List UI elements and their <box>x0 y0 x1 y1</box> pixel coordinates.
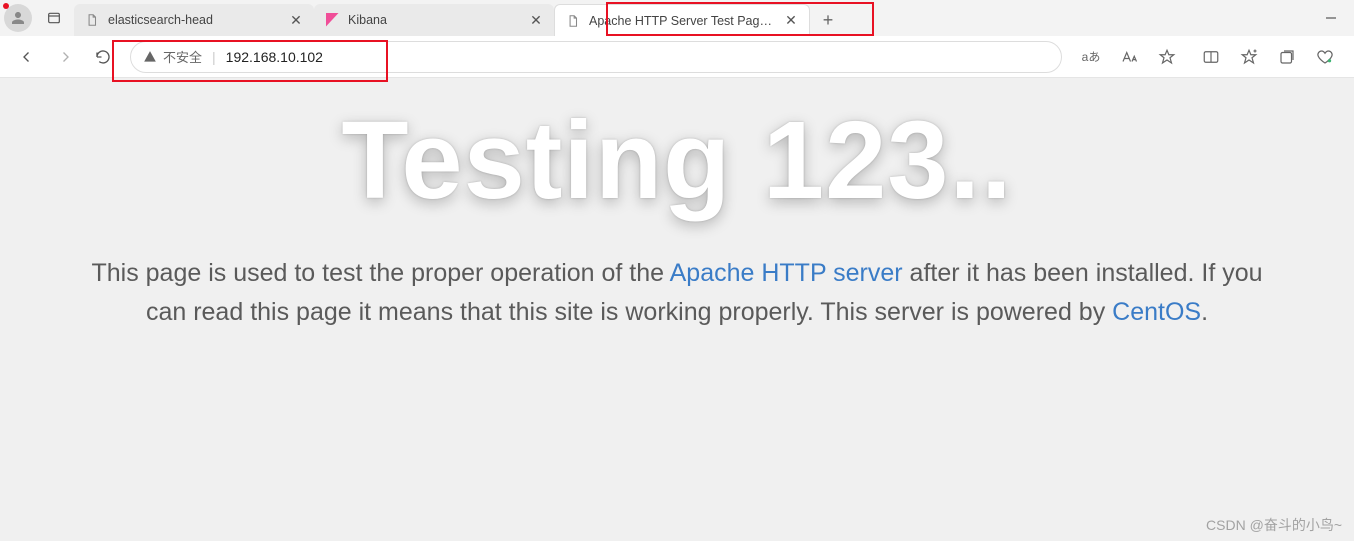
tab-close-button[interactable]: ✕ <box>288 12 304 28</box>
warning-icon <box>143 50 157 64</box>
tab-label: Apache HTTP Server Test Page p <box>589 14 775 28</box>
refresh-button[interactable] <box>86 40 120 74</box>
tab-actions-button[interactable] <box>40 4 68 32</box>
favorites-button[interactable] <box>1148 40 1186 74</box>
security-indicator[interactable]: 不安全 <box>143 47 202 66</box>
address-bar[interactable]: 不安全 | 192.168.10.102 <box>130 41 1062 73</box>
browser-tab-3[interactable]: Apache HTTP Server Test Page p ✕ <box>554 4 810 36</box>
url-text: 192.168.10.102 <box>226 49 323 65</box>
translate-button[interactable]: aあ <box>1072 40 1110 74</box>
page-heading: Testing 123.. <box>0 106 1354 216</box>
kibana-icon <box>324 12 340 28</box>
profile-button[interactable] <box>4 4 32 32</box>
browser-tab-1[interactable]: elasticsearch-head ✕ <box>74 4 314 36</box>
arrow-right-icon <box>56 48 74 66</box>
split-icon <box>1202 48 1220 66</box>
read-aloud-button[interactable] <box>1110 40 1148 74</box>
arrow-left-icon <box>18 48 36 66</box>
workspace-icon <box>46 10 62 26</box>
apache-link[interactable]: Apache HTTP server <box>670 259 903 287</box>
security-label: 不安全 <box>163 47 202 66</box>
collections-button[interactable] <box>1268 40 1306 74</box>
centos-link[interactable]: CentOS <box>1112 298 1201 326</box>
browser-tab-2[interactable]: Kibana ✕ <box>314 4 554 36</box>
browser-toolbar: 不安全 | 192.168.10.102 aあ <box>0 36 1354 78</box>
back-button[interactable] <box>10 40 44 74</box>
page-viewport: Testing 123.. This page is used to test … <box>0 78 1354 541</box>
notification-dot-icon <box>3 3 9 9</box>
tab-close-button[interactable]: ✕ <box>783 13 799 29</box>
page-icon <box>84 12 100 28</box>
separator: | <box>212 49 216 65</box>
minimize-icon <box>1325 12 1337 24</box>
star-add-icon <box>1240 48 1258 66</box>
browser-titlebar: elasticsearch-head ✕ Kibana ✕ Apache HTT… <box>0 0 1354 36</box>
split-screen-button[interactable] <box>1192 40 1230 74</box>
watermark-text: CSDN @奋斗的小鸟~ <box>1206 515 1342 535</box>
forward-button[interactable] <box>48 40 82 74</box>
tab-label: elasticsearch-head <box>108 13 280 27</box>
person-icon <box>9 9 27 27</box>
browser-essentials-button[interactable] <box>1306 40 1344 74</box>
heart-pulse-icon <box>1316 48 1334 66</box>
tab-label: Kibana <box>348 13 520 27</box>
page-icon <box>565 13 581 29</box>
tab-close-button[interactable]: ✕ <box>528 12 544 28</box>
new-tab-button[interactable]: + <box>814 6 842 34</box>
text-size-icon <box>1120 48 1138 66</box>
refresh-icon <box>94 48 112 66</box>
translate-icon: aあ <box>1082 48 1101 65</box>
star-icon <box>1158 48 1176 66</box>
collections-icon <box>1278 48 1296 66</box>
page-description: This page is used to test the proper ope… <box>77 254 1277 332</box>
favorites-bar-button[interactable] <box>1230 40 1268 74</box>
window-minimize-button[interactable] <box>1308 0 1354 36</box>
